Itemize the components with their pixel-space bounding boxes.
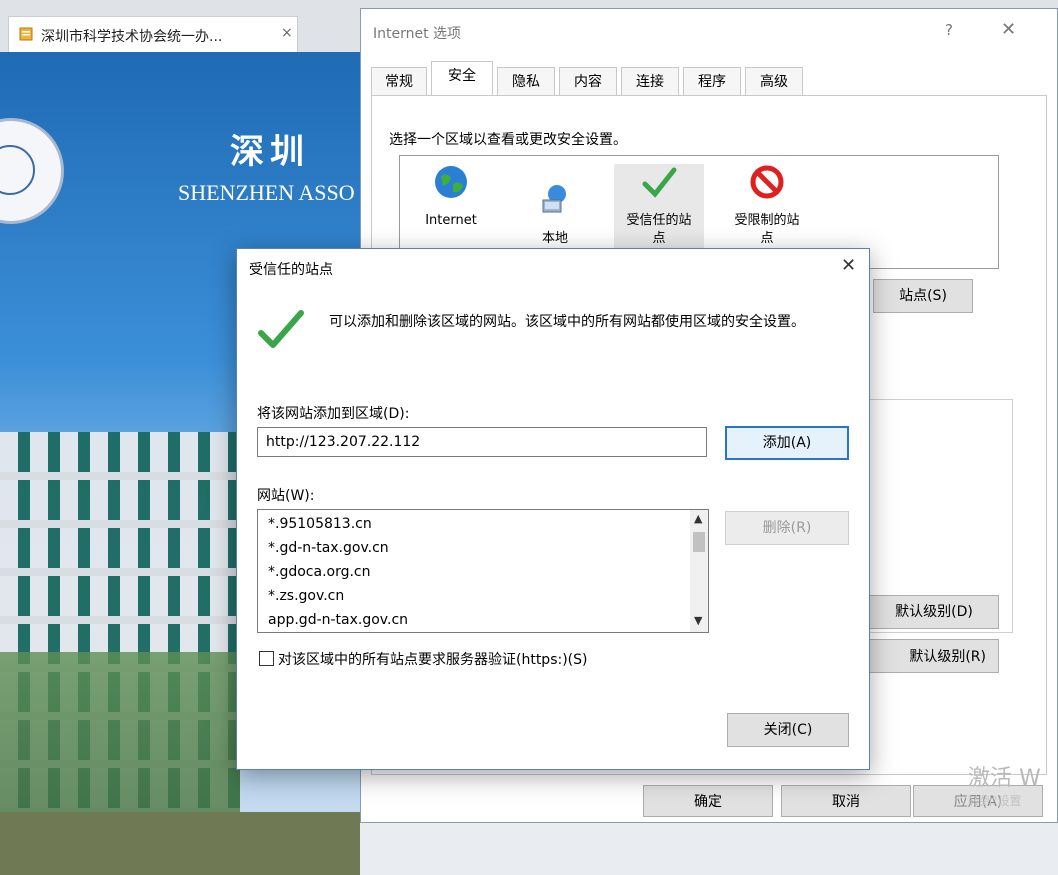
tab-connections[interactable]: 连接 (621, 67, 679, 95)
list-item[interactable]: app.gd-n-tax.gov.cn (268, 612, 408, 628)
network-icon (542, 185, 566, 213)
help-icon[interactable]: ? (945, 21, 953, 39)
zone-restricted-sites[interactable]: 受限制的站 点 (722, 164, 812, 248)
activation-watermark: 激活 W (968, 766, 1041, 791)
site-url-input[interactable] (257, 427, 707, 457)
dialog-close-icon[interactable]: ✕ (841, 255, 856, 276)
browser-tab-title: 深圳市科学技术协会统一办... (41, 29, 223, 45)
dialog-description: 可以添加和删除该区域的网站。该区域中的所有网站都使用区域的安全设置。 (329, 314, 805, 330)
add-site-label: 将该网站添加到区域(D): (257, 406, 410, 422)
websites-list[interactable]: *.95105813.cn *.gd-n-tax.gov.cn *.gdoca.… (257, 509, 709, 633)
list-item[interactable]: *.95105813.cn (268, 516, 372, 532)
zone-instruction: 选择一个区域以查看或更改安全设置。 (389, 132, 627, 148)
zone-trusted-sites[interactable]: 受信任的站 点 (614, 164, 704, 248)
sites-button[interactable]: 站点(S) (873, 279, 973, 313)
zone-internet[interactable]: Internet (406, 164, 496, 230)
https-checkbox[interactable] (259, 651, 274, 666)
restricted-icon (750, 165, 784, 199)
zone-internet-label: Internet (425, 213, 477, 228)
default-level-button[interactable]: 默认级别(D) (869, 595, 999, 629)
list-item[interactable]: *.gd-n-tax.gov.cn (268, 540, 389, 556)
site-name-chinese: 深圳 (230, 132, 310, 172)
window-title: Internet 选项 (373, 26, 462, 42)
browser-tab-close-icon[interactable]: × (281, 25, 293, 41)
list-item[interactable]: *.zs.gov.cn (268, 588, 344, 604)
websites-label: 网站(W): (257, 488, 315, 504)
zone-trusted-sites-label: 受信任的站 点 (626, 213, 692, 246)
close-button[interactable]: 关闭(C) (727, 713, 849, 747)
trusted-sites-dialog: 受信任的站点 ✕ 可以添加和删除该区域的网站。该区域中的所有网站都使用区域的安全… (236, 248, 870, 770)
tab-advanced[interactable]: 高级 (745, 67, 803, 95)
browser-tab[interactable]: 深圳市科学技术协会统一办... × (8, 16, 298, 52)
checkmark-icon (642, 167, 677, 198)
activation-watermark-sub: 转到"设置 (968, 794, 1022, 808)
cancel-button[interactable]: 取消 (781, 785, 911, 817)
add-button[interactable]: 添加(A) (725, 426, 849, 460)
window-close-icon[interactable]: ✕ (1001, 19, 1016, 40)
document-icon (19, 27, 33, 41)
remove-button[interactable]: 删除(R) (725, 511, 849, 545)
tab-security[interactable]: 安全 (431, 61, 493, 96)
globe-icon (435, 166, 467, 198)
association-emblem-logo (0, 118, 64, 224)
zone-restricted-sites-label: 受限制的站 点 (734, 213, 800, 246)
ground-image (0, 812, 360, 875)
tab-privacy[interactable]: 隐私 (497, 67, 555, 95)
list-item[interactable]: *.gdoca.org.cn (268, 564, 371, 580)
https-checkbox-label: 对该区域中的所有站点要求服务器验证(https:)(S) (278, 652, 588, 668)
tab-general[interactable]: 常规 (371, 67, 427, 95)
reset-all-zones-button[interactable]: 默认级别(R) (859, 639, 999, 673)
tab-content[interactable]: 内容 (559, 67, 617, 95)
scroll-thumb[interactable] (693, 532, 705, 552)
checkmark-icon (258, 310, 304, 348)
site-name-english: SHENZHEN ASSO (178, 180, 355, 205)
websites-scrollbar[interactable]: ▲ ▼ (690, 510, 708, 632)
ok-button[interactable]: 确定 (643, 785, 773, 817)
tab-programs[interactable]: 程序 (683, 67, 741, 95)
https-requirement[interactable]: 对该区域中的所有站点要求服务器验证(https:)(S) (259, 649, 587, 669)
scroll-down-icon[interactable]: ▼ (694, 614, 702, 627)
dialog-title: 受信任的站点 (249, 262, 333, 278)
scroll-up-icon[interactable]: ▲ (694, 512, 702, 525)
